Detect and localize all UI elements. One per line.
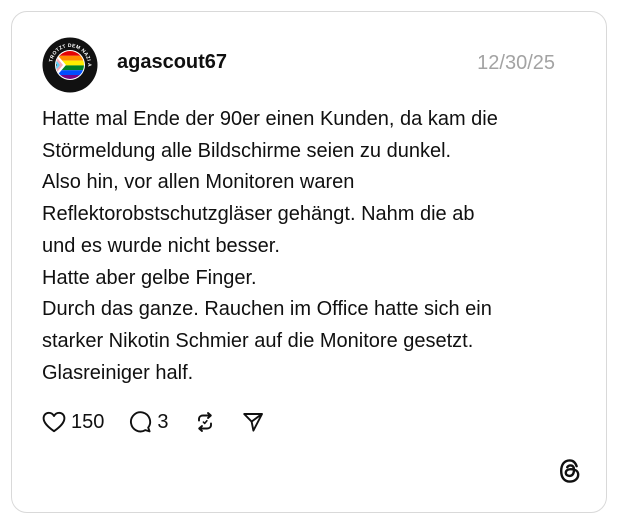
reply-count: 3 xyxy=(157,411,169,433)
post-body: Hatte mal Ende der 90er einen Kunden, da… xyxy=(42,104,582,389)
avatar-image: FREIBURG TROTZT DEM NAZI AUFSTAND xyxy=(40,33,98,93)
threads-logo-icon xyxy=(559,459,580,483)
post-line: Durch das ganze. Rauchen im Office hatte… xyxy=(42,298,492,321)
repost-button[interactable] xyxy=(193,410,217,434)
post-line: und es wurde nicht besser. xyxy=(42,234,280,257)
action-bar: 150 3 xyxy=(42,408,265,436)
threads-logo-icon[interactable] xyxy=(557,457,583,485)
post-line: Störmeldung alle Bildschirme seien zu du… xyxy=(42,139,452,162)
share-button[interactable] xyxy=(241,410,265,434)
reply-button[interactable]: 3 xyxy=(128,410,169,434)
avatar[interactable]: FREIBURG TROTZT DEM NAZI AUFSTAND xyxy=(40,33,98,93)
username[interactable]: agascout67 xyxy=(117,50,227,74)
like-button[interactable]: 150 xyxy=(42,410,104,434)
post-line: Glasreiniger half. xyxy=(42,361,194,384)
post-line: Hatte aber gelbe Finger. xyxy=(42,266,257,289)
post-line: Hatte mal Ende der 90er einen Kunden, da… xyxy=(42,108,498,130)
post-date: 12/30/25 xyxy=(477,52,555,74)
repost-icon xyxy=(197,412,212,432)
like-count: 150 xyxy=(71,411,105,433)
post-line: starker Nikotin Schmier auf die Monitore… xyxy=(42,329,474,352)
post-line: Reflektorobstschutzgläser gehängt. Nahm … xyxy=(42,203,475,226)
heart-icon xyxy=(42,411,66,433)
comment-icon xyxy=(130,411,152,433)
send-icon xyxy=(242,413,263,432)
post-line: Also hin, vor allen Monitoren waren xyxy=(42,171,355,194)
